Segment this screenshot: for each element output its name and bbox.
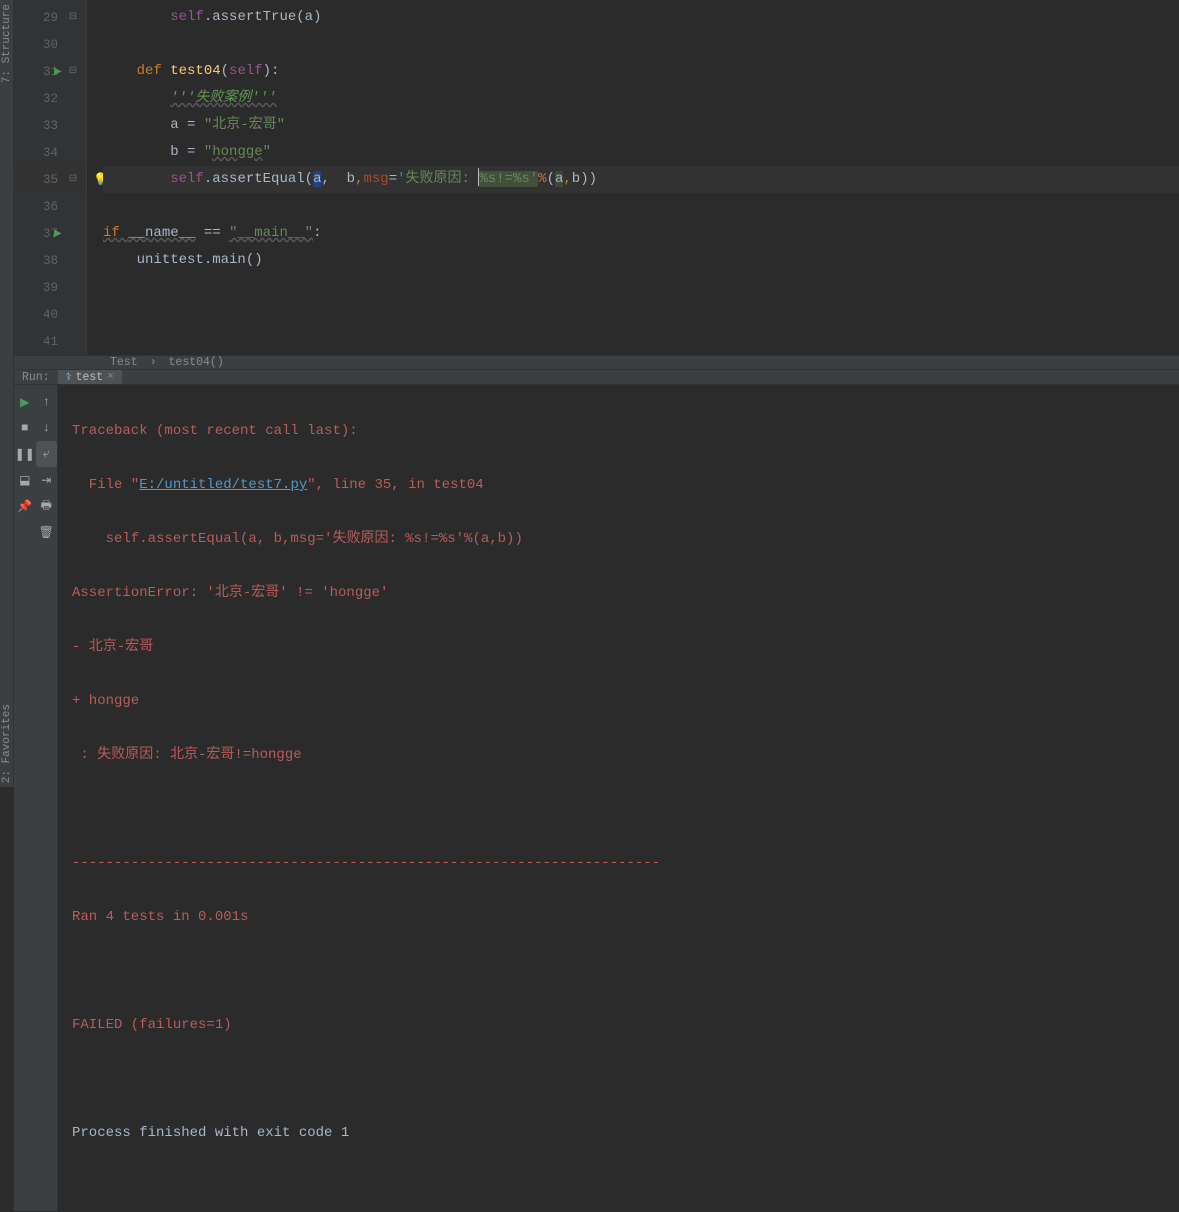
fold-close-icon[interactable]: ⊟ [68, 175, 78, 185]
gutter-line[interactable]: 35⊟💡 [14, 166, 86, 193]
console-line [72, 1066, 1169, 1093]
code-line[interactable]: self.assertTrue(a) [103, 4, 1179, 31]
fold-open-icon[interactable]: ⊟ [68, 67, 78, 77]
gutter-line[interactable]: 36 [14, 193, 86, 220]
console-line: - 北京-宏哥 [72, 634, 1169, 661]
breadcrumb-item[interactable]: Test [110, 356, 138, 369]
scroll-up-icon[interactable]: ↑ [36, 389, 58, 415]
gutter-line[interactable]: 41 [14, 328, 86, 355]
run-tab-label: test [76, 371, 104, 384]
code-line[interactable]: a = "北京-宏哥" [103, 112, 1179, 139]
run-toolbar: ▶ ↑ ■ ↓ ❚❚ ⤶ ⬓ ⇥ 📌 🖶 🗑 [14, 385, 58, 1211]
left-tool-rail: 7: Structure 2: Favorites [0, 0, 14, 787]
code-line[interactable] [103, 274, 1179, 301]
code-line-current[interactable]: self.assertEqual(a, b,msg='失败原因: %s!=%s'… [103, 166, 1179, 193]
pause-icon[interactable]: ❚❚ [14, 441, 36, 467]
console-line: FAILED (failures=1) [72, 1012, 1169, 1039]
breadcrumb-item[interactable]: test04() [169, 356, 224, 369]
run-panel: ▶ ↑ ■ ↓ ❚❚ ⤶ ⬓ ⇥ 📌 🖶 🗑 [14, 385, 1179, 1211]
scroll-down-icon[interactable]: ↓ [36, 415, 58, 441]
gutter-line[interactable]: 40 [14, 301, 86, 328]
console-line: Process finished with exit code 1 [72, 1120, 1169, 1147]
code-line[interactable]: b = "hongge" [103, 139, 1179, 166]
console-line: File "E:/untitled/test7.py", line 35, in… [72, 472, 1169, 499]
code-line[interactable]: '''失败案例''' [103, 85, 1179, 112]
gutter-line[interactable]: 39 [14, 274, 86, 301]
run-gutter-icon[interactable]: ▶ [54, 66, 62, 78]
console-line: Traceback (most recent call last): [72, 418, 1169, 445]
code-line[interactable]: def test04(self): [103, 58, 1179, 85]
trash-icon[interactable]: 🗑 [36, 519, 58, 545]
console-line [72, 958, 1169, 985]
console-line: AssertionError: '北京-宏哥' != 'hongge' [72, 580, 1169, 607]
soft-wrap-icon[interactable]: ⤶ [36, 441, 58, 467]
print-icon[interactable]: 🖶 [36, 493, 58, 519]
gutter-line[interactable]: ▶37 [14, 220, 86, 247]
console-line [72, 796, 1169, 823]
run-tab[interactable]: ⚕ test × [58, 370, 122, 384]
console-output[interactable]: Traceback (most recent call last): File … [58, 385, 1179, 1211]
gutter: 29⊟ 30 ▶31⊟ 32 33 34 35⊟💡 36 ▶37 38 39 4… [14, 0, 87, 355]
code-line[interactable] [103, 328, 1179, 355]
fold-close-icon[interactable]: ⊟ [68, 13, 78, 23]
console-line: Ran 4 tests in 0.001s [72, 904, 1169, 931]
console-line: self.assertEqual(a, b,msg='失败原因: %s!=%s'… [72, 526, 1169, 553]
code-area[interactable]: self.assertTrue(a) def test04(self): '''… [87, 0, 1179, 355]
gutter-line[interactable]: 32 [14, 85, 86, 112]
blank [14, 519, 36, 545]
python-file-icon: ⚕ [66, 370, 72, 384]
scroll-to-end-icon[interactable]: ⇥ [36, 467, 58, 493]
close-icon[interactable]: × [107, 371, 114, 383]
editor: 29⊟ 30 ▶31⊟ 32 33 34 35⊟💡 36 ▶37 38 39 4… [14, 0, 1179, 355]
breadcrumb: Test › test04() [14, 355, 1179, 370]
rerun-icon[interactable]: ▶ [14, 389, 36, 415]
run-panel-label: Run: [14, 370, 58, 384]
gutter-line[interactable]: 29⊟ [14, 4, 86, 31]
favorites-tool-label[interactable]: 2: Favorites [1, 704, 13, 783]
code-line[interactable] [103, 31, 1179, 58]
gutter-line[interactable]: ▶31⊟ [14, 58, 86, 85]
code-line[interactable] [103, 193, 1179, 220]
stop-icon[interactable]: ■ [14, 415, 36, 441]
breadcrumb-separator-icon: › [150, 356, 157, 369]
code-line[interactable] [103, 301, 1179, 328]
main-area: 29⊟ 30 ▶31⊟ 32 33 34 35⊟💡 36 ▶37 38 39 4… [14, 0, 1179, 787]
code-line[interactable]: if __name__ == "__main__": [103, 220, 1179, 247]
layout-icon[interactable]: ⬓ [14, 467, 36, 493]
gutter-line[interactable]: 33 [14, 112, 86, 139]
gutter-line[interactable]: 34 [14, 139, 86, 166]
console-line: : 失败原因: 北京-宏哥!=hongge [72, 742, 1169, 769]
file-link[interactable]: E:/untitled/test7.py [139, 477, 307, 493]
run-tab-bar: Run: ⚕ test × [14, 370, 1179, 385]
code-line[interactable]: unittest.main() [103, 247, 1179, 274]
gutter-line[interactable]: 38 [14, 247, 86, 274]
console-line: + hongge [72, 688, 1169, 715]
structure-tool-label[interactable]: 7: Structure [1, 4, 13, 83]
console-line: ----------------------------------------… [72, 850, 1169, 877]
run-gutter-icon[interactable]: ▶ [54, 228, 62, 240]
pin-icon[interactable]: 📌 [14, 493, 36, 519]
gutter-line[interactable]: 30 [14, 31, 86, 58]
